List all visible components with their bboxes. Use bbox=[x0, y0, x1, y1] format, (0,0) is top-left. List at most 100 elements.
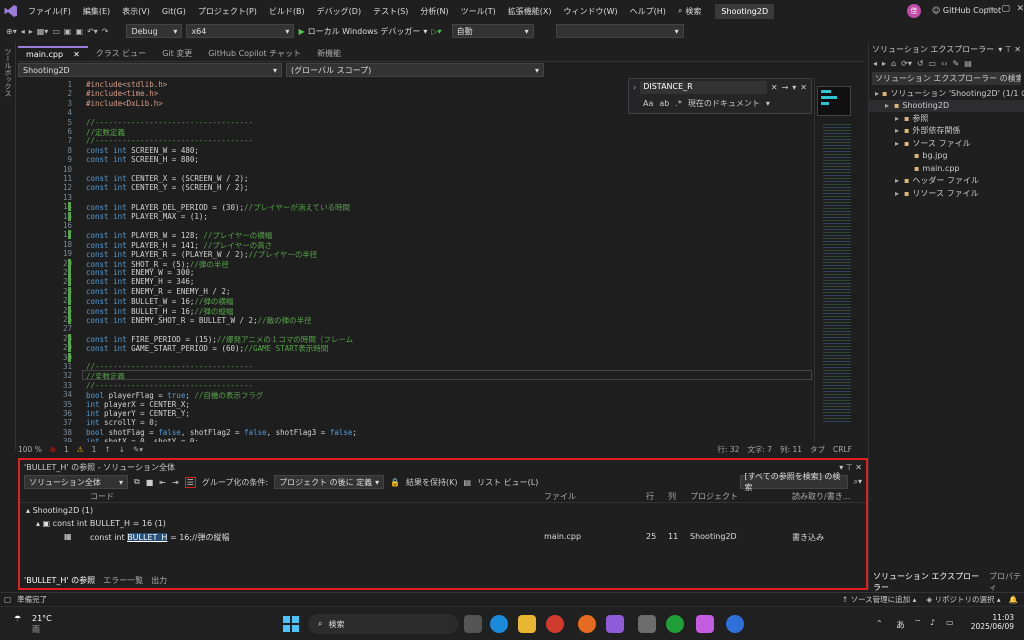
save-icon[interactable]: ▣ bbox=[64, 27, 72, 36]
search-icon[interactable]: ⌕▾ bbox=[854, 477, 863, 487]
solution-item[interactable]: ▸ ▪ 外部依存関係 bbox=[869, 125, 1024, 138]
code-icon[interactable]: ‹› bbox=[941, 59, 947, 68]
menu-item[interactable]: ツール(T) bbox=[455, 6, 502, 17]
undo-icon[interactable]: ↶▾ bbox=[87, 27, 98, 36]
solution-item[interactable]: ▸ ▪ Shooting2D bbox=[869, 99, 1024, 112]
solution-tab-1[interactable]: プロパティ bbox=[989, 571, 1024, 593]
close-icon[interactable]: ✕ bbox=[771, 83, 778, 92]
up-arrow-icon[interactable]: ↑ bbox=[104, 445, 110, 454]
forward-icon[interactable]: ▸ bbox=[882, 59, 886, 68]
zoom-level[interactable]: 100 % bbox=[18, 445, 42, 454]
ref-group-project[interactable]: ▴ Shooting2D (1) bbox=[26, 506, 93, 515]
weather-widget[interactable]: ☂ 21°C 雨 bbox=[14, 614, 52, 634]
home-icon[interactable]: ⌂ bbox=[891, 59, 896, 68]
edge-icon[interactable] bbox=[490, 615, 508, 633]
expander-icon[interactable]: ▸ bbox=[875, 89, 879, 98]
minimize-icon[interactable]: — bbox=[986, 4, 995, 16]
group-by-select[interactable]: プロジェクト の後に 定義 ▾ bbox=[274, 475, 385, 489]
battery-icon[interactable]: ▭ bbox=[946, 618, 954, 627]
expander-icon[interactable]: ▸ bbox=[895, 114, 901, 123]
chrome-icon[interactable] bbox=[546, 615, 564, 633]
menu-item[interactable]: Git(G) bbox=[156, 7, 192, 16]
close-icon[interactable]: ✕ bbox=[1016, 4, 1024, 16]
menu-item[interactable]: ビルド(B) bbox=[263, 6, 311, 17]
source-control-button[interactable]: ↑ ソース管理に追加 ▴ bbox=[842, 594, 916, 605]
keep-results-button[interactable]: 結果を保持(K) bbox=[406, 477, 458, 488]
tray-chevron-icon[interactable]: ⌃ bbox=[876, 619, 883, 628]
blank-select[interactable]: ▾ bbox=[555, 24, 684, 38]
code-editor[interactable]: 1 #include<stdlib.h> 2 #include<time.h> 3 #in… bbox=[18, 78, 814, 442]
solution-item[interactable]: ▸ ▪ ヘッダー ファイル bbox=[869, 175, 1024, 188]
notification-icon[interactable]: 🔔 bbox=[1009, 595, 1018, 604]
eol-mode[interactable]: CRLF bbox=[833, 445, 852, 454]
col-col[interactable]: 列 bbox=[668, 491, 676, 502]
ref-scope-select[interactable]: ソリューション全体 ▾ bbox=[24, 475, 128, 489]
col-rw[interactable]: 読み取り/書き... bbox=[792, 491, 850, 502]
menu-item[interactable]: テスト(S) bbox=[367, 6, 414, 17]
tab-mode[interactable]: タブ bbox=[810, 444, 825, 455]
close-icon[interactable]: ✕ bbox=[73, 50, 80, 59]
solution-item[interactable]: ▪ main.cpp bbox=[869, 162, 1024, 175]
toolbox-strip[interactable]: ツールボックス bbox=[0, 42, 16, 450]
clear-icon[interactable]: ■ bbox=[146, 478, 154, 487]
solution-search-input[interactable]: ソリューション エクスプローラー の検索 (C bbox=[872, 72, 1021, 85]
menu-item[interactable]: 表示(V) bbox=[116, 6, 156, 17]
menu-item[interactable]: プロジェクト(P) bbox=[192, 6, 263, 17]
expander-icon[interactable]: ▸ bbox=[895, 139, 901, 148]
app-icon[interactable] bbox=[726, 615, 744, 633]
down-arrow-icon[interactable]: ↓ bbox=[119, 445, 125, 454]
find-input[interactable]: DISTANCE_R bbox=[640, 80, 767, 94]
prev-location-icon[interactable]: ⇤ bbox=[159, 478, 166, 487]
expander-icon[interactable]: ▸ bbox=[895, 176, 901, 185]
expand-replace-icon[interactable]: › bbox=[633, 83, 636, 92]
expander-icon[interactable]: ▸ bbox=[895, 189, 901, 198]
menu-item[interactable]: 編集(E) bbox=[77, 6, 116, 17]
network-icon[interactable]: ⌔ bbox=[914, 618, 922, 628]
chevron-down-icon[interactable]: ▾ bbox=[766, 99, 770, 108]
wrench-icon[interactable]: ✎ bbox=[953, 59, 960, 68]
next-location-icon[interactable]: ⇥ bbox=[172, 478, 179, 487]
regex-toggle[interactable]: .* bbox=[675, 99, 682, 108]
tab-1[interactable]: クラス ビュー bbox=[88, 46, 154, 61]
expander-icon[interactable]: ▸ bbox=[895, 126, 901, 135]
warning-count[interactable]: 1 bbox=[92, 445, 97, 454]
close-find-icon[interactable]: ✕ bbox=[800, 83, 807, 92]
copilot-app-icon[interactable] bbox=[696, 615, 714, 633]
start-button[interactable] bbox=[282, 615, 300, 633]
redo-icon[interactable]: ↷ bbox=[102, 27, 109, 36]
new-file-icon[interactable]: ▦▾ bbox=[37, 27, 49, 36]
panel-tab-2[interactable]: 出力 bbox=[151, 575, 167, 586]
repo-button[interactable]: ◈ リポジトリの選択 ▴ bbox=[926, 594, 1000, 605]
task-view-icon[interactable] bbox=[464, 615, 482, 633]
menu-item[interactable]: ウィンドウ(W) bbox=[558, 6, 624, 17]
ref-row[interactable]: ▦ const int BULLET_H = 16;//弾の縦幅 main.cp… bbox=[20, 531, 866, 544]
whole-word-toggle[interactable]: ab bbox=[659, 99, 669, 108]
clock[interactable]: 11:03 2025/06/09 bbox=[970, 613, 1014, 631]
col-code[interactable]: コード bbox=[90, 491, 114, 502]
collapse-icon[interactable]: ▭ bbox=[929, 59, 937, 68]
solution-tab-0[interactable]: ソリューション エクスプローラー bbox=[873, 571, 981, 593]
preview-icon[interactable]: ▤ bbox=[964, 59, 972, 68]
find-scope[interactable]: 現在のドキュメント bbox=[688, 98, 760, 109]
forward-icon[interactable]: ▸ bbox=[29, 27, 33, 36]
firefox-icon[interactable] bbox=[578, 615, 596, 633]
panel-controls[interactable]: ▾ ⊤ ✕ bbox=[839, 463, 862, 472]
maximize-icon[interactable]: ▢ bbox=[1001, 4, 1010, 16]
solution-item[interactable]: ▪ bg.jpg bbox=[869, 150, 1024, 163]
next-result-icon[interactable]: → bbox=[782, 83, 789, 92]
copy-icon[interactable]: ⧉ bbox=[134, 477, 140, 487]
minimap[interactable] bbox=[814, 78, 864, 442]
taskbar-search[interactable]: ⌕ 検索 bbox=[308, 614, 458, 634]
ime-indicator[interactable]: あ bbox=[896, 618, 905, 631]
list-view-button[interactable]: リスト ビュー(L) bbox=[477, 477, 538, 488]
panel-tab-1[interactable]: エラー一覧 bbox=[103, 575, 143, 586]
open-file-icon[interactable]: ▭ bbox=[52, 27, 60, 36]
minimap-viewport[interactable] bbox=[817, 86, 851, 116]
auto-select[interactable]: 自動 ▾ bbox=[451, 24, 534, 38]
menu-item[interactable]: デバッグ(D) bbox=[311, 6, 367, 17]
scope-nav-select[interactable]: (グローバル スコープ) ▾ bbox=[286, 63, 544, 77]
avatar[interactable]: 佳 bbox=[907, 4, 921, 18]
menu-item[interactable]: 拡張機能(X) bbox=[502, 6, 558, 17]
start-without-debug-icon[interactable]: ▷▾ bbox=[431, 27, 441, 36]
tab-2[interactable]: Git 変更 bbox=[154, 46, 200, 61]
